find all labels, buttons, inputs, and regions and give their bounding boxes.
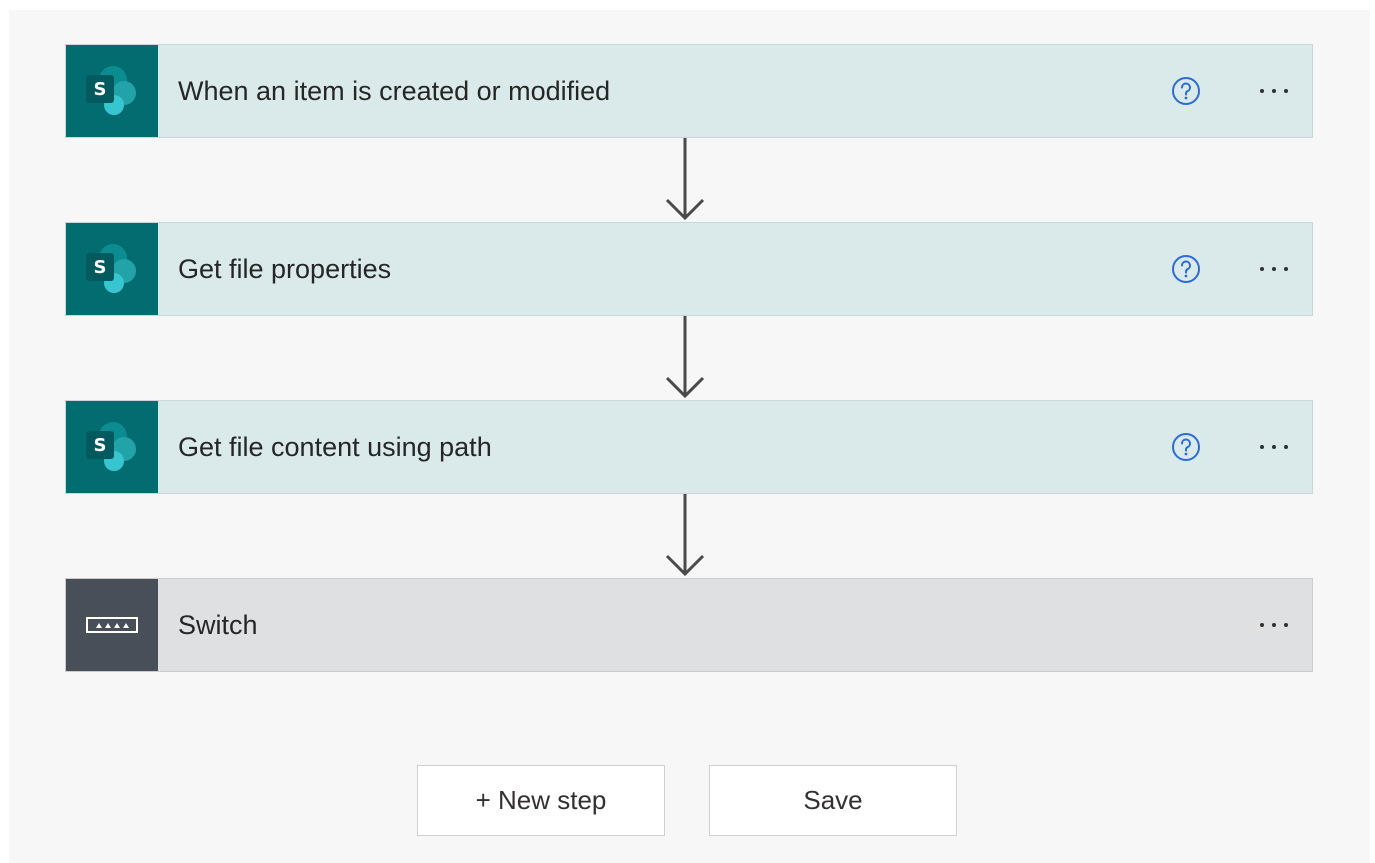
step-title: Get file content using path xyxy=(178,431,492,462)
svg-text:S: S xyxy=(94,435,107,456)
flow-step-get-file-content-using-path[interactable]: S Get file content using path xyxy=(65,400,1313,494)
step-title: Get file properties xyxy=(178,253,392,284)
flow-step-get-file-properties[interactable]: S Get file properties xyxy=(65,222,1313,316)
help-icon[interactable] xyxy=(1168,223,1204,315)
svg-text:S: S xyxy=(94,79,107,100)
flow-step-switch[interactable]: Switch xyxy=(65,578,1313,672)
help-icon[interactable] xyxy=(1168,45,1204,137)
flow-step-trigger-item-created-or-modified[interactable]: S When an item is created or modified xyxy=(65,44,1313,138)
more-options-icon[interactable] xyxy=(1246,579,1302,671)
more-options-icon[interactable] xyxy=(1246,223,1302,315)
connector-arrow-icon xyxy=(665,138,705,221)
switch-icon xyxy=(66,579,158,671)
new-step-button[interactable]: + New step xyxy=(417,765,665,836)
svg-text:S: S xyxy=(94,257,107,278)
sharepoint-icon: S xyxy=(66,223,158,315)
connector-arrow-icon xyxy=(665,316,705,399)
flow-designer-canvas: S When an item is created or modified S … xyxy=(9,10,1370,863)
more-options-icon[interactable] xyxy=(1246,45,1302,137)
connector-arrow-icon xyxy=(665,494,705,577)
more-options-icon[interactable] xyxy=(1246,401,1302,493)
sharepoint-icon: S xyxy=(66,45,158,137)
save-button[interactable]: Save xyxy=(709,765,957,836)
step-title: Switch xyxy=(178,609,258,640)
sharepoint-icon: S xyxy=(66,401,158,493)
step-title: When an item is created or modified xyxy=(178,75,611,106)
help-icon[interactable] xyxy=(1168,401,1204,493)
